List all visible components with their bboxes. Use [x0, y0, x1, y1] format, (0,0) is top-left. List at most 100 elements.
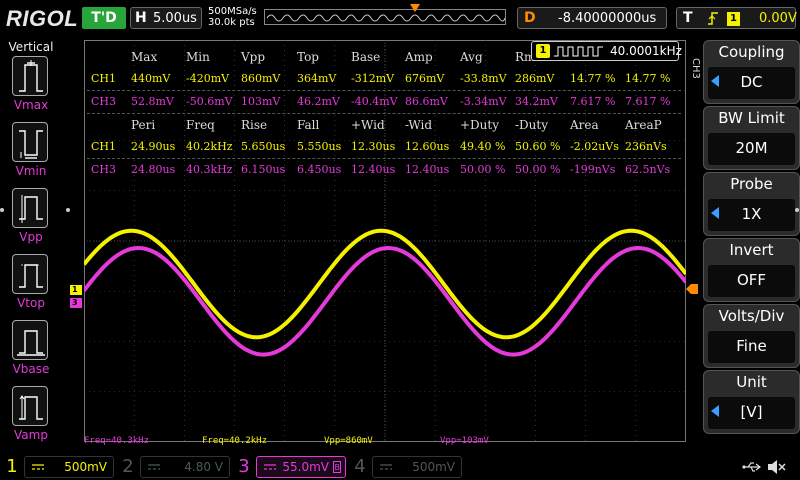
value-cell: -40.4mV [351, 95, 398, 108]
value-cell: 14.77 % [625, 72, 671, 85]
ch3-number: 3 [238, 456, 250, 477]
value-cell: 12.40us [405, 163, 450, 176]
unit-menu-item[interactable]: Unit [V] [703, 370, 800, 434]
value-cell: 364mV [297, 72, 337, 85]
value-cell: 62.5nVs [625, 163, 671, 176]
quick-measure-strip: Freq=40.3kHz Freq=40.2kHz Vpp=860mV Vpp=… [84, 436, 686, 450]
probe-menu-item[interactable]: Probe 1X [703, 172, 800, 236]
acquisition-info: 500MSa/s 30.0k pts [208, 6, 257, 28]
trigger-display[interactable]: T 1 0.00V [676, 7, 797, 29]
coupling-value: DC [740, 73, 763, 91]
trigger-position-icon [410, 4, 420, 12]
coupling-title: Coupling [718, 43, 785, 61]
bw-limit-value-box: 20M [708, 133, 795, 165]
vpp-label: Vpp [19, 230, 43, 244]
value-cell: 440mV [131, 72, 171, 85]
volts-div-title: Volts/Div [718, 307, 785, 325]
vpp-icon [12, 188, 48, 228]
coupling-menu-item[interactable]: Coupling DC [703, 40, 800, 104]
svg-text:B: B [335, 463, 341, 472]
volts-div-value-box: Fine [708, 331, 795, 363]
left-scroll-dot [0, 208, 4, 212]
vtop-label: Vtop [17, 296, 45, 310]
value-cell: 86.6mV [405, 95, 448, 108]
frequency-counter[interactable]: 1 40.0001kHz [531, 41, 682, 61]
vtop-icon [12, 254, 48, 294]
ch2-scale-box: 4.80 V [140, 456, 230, 478]
ch1-scale-box: 500mV [24, 456, 114, 478]
probe-title: Probe [730, 175, 773, 193]
value-cell: 49.40 % [460, 140, 506, 153]
measure-category-title: Vertical [8, 40, 54, 54]
top-status-bar: RIGOL T'D H 5.00us 500MSa/s 30.0k pts D … [0, 0, 800, 38]
table-separator [87, 90, 681, 91]
ch4-status-tab[interactable]: 4 500mV [350, 454, 464, 480]
ch2-number: 2 [122, 456, 134, 477]
rising-edge-icon [708, 12, 718, 25]
bw-limit-menu-item[interactable]: BW Limit 20M [703, 106, 800, 170]
unit-title: Unit [736, 373, 767, 391]
header-cell: AreaP [625, 118, 662, 132]
ch3-offset-marker[interactable]: 3 [70, 298, 82, 308]
value-cell: 24.90us [131, 140, 176, 153]
coupling-value-box: DC [708, 67, 795, 99]
probe-value-box: 1X [708, 199, 795, 231]
value-cell: 12.30us [351, 140, 396, 153]
sample-rate: 500MSa/s [208, 6, 257, 17]
value-cell: -3.34mV [460, 95, 507, 108]
table-separator [87, 113, 681, 114]
dc-coupling-icon [264, 464, 276, 470]
memory-wave-icon [266, 14, 505, 22]
header-cell: Max [131, 50, 158, 64]
ch1-freq-readout: Freq=40.2kHz [202, 436, 268, 446]
header-cell: Freq [186, 118, 215, 132]
trigger-level-marker[interactable] [686, 284, 698, 294]
counter-frequency-value: 40.0001kHz [610, 44, 682, 58]
vmin-button[interactable]: Vmin [0, 122, 62, 186]
value-cell: 50.00 % [460, 163, 506, 176]
value-cell: 12.60us [405, 140, 450, 153]
header-cell: -Duty [515, 118, 549, 132]
vbase-button[interactable]: Vbase [0, 320, 62, 384]
vpp-button[interactable]: Vpp [0, 188, 62, 252]
timebase-display[interactable]: H 5.00us [130, 7, 202, 29]
delay-label: D [524, 10, 536, 26]
value-cell: 34.2mV [515, 95, 558, 108]
value-cell: 40.2kHz [186, 140, 233, 153]
usb-icon [742, 462, 761, 472]
ch1-offset-marker[interactable]: 1 [70, 285, 82, 295]
unit-value: [V] [740, 403, 763, 421]
vmax-icon [12, 56, 48, 96]
ch3-status-tab[interactable]: 3 55.0mV B [234, 454, 348, 480]
run-status-badge[interactable]: T'D [82, 7, 126, 29]
vbase-label: Vbase [12, 362, 50, 376]
invert-title: Invert [729, 241, 774, 259]
value-cell: 7.617 % [625, 95, 671, 108]
ch1-status-tab[interactable]: 1 500mV [2, 454, 116, 480]
invert-menu-item[interactable]: Invert OFF [703, 238, 800, 302]
header-cell: Min [186, 50, 210, 64]
trigger-label: T [683, 10, 693, 26]
ch3-freq-readout: Freq=40.3kHz [84, 436, 150, 446]
memory-depth: 30.0k pts [208, 17, 255, 28]
header-cell: +Wid [351, 118, 385, 132]
row-label: CH3 [91, 95, 117, 108]
row-label: CH1 [91, 72, 117, 85]
measurement-header-row-2: Peri Freq Rise Fall +Wid -Wid +Duty -Dut… [87, 115, 681, 135]
volts-div-menu-item[interactable]: Volts/Div Fine [703, 304, 800, 368]
vmin-icon [12, 122, 48, 162]
ch1-scale: 500mV [64, 460, 107, 474]
vtop-button[interactable]: Vtop [0, 254, 62, 318]
header-cell: Peri [131, 118, 156, 132]
memory-waveform-bar[interactable] [264, 9, 506, 25]
delay-display[interactable]: D -8.40000000us [517, 7, 667, 29]
value-cell: -420mV [186, 72, 230, 85]
table-separator [87, 158, 681, 159]
speaker-muted-icon[interactable] [766, 458, 788, 476]
vamp-icon [12, 386, 48, 426]
vmax-button[interactable]: Vmax [0, 56, 62, 120]
vamp-button[interactable]: Vamp [0, 386, 62, 450]
ch2-status-tab[interactable]: 2 4.80 V [118, 454, 232, 480]
ch1-measurement-row-2: CH1 24.90us 40.2kHz 5.650us 5.550us 12.3… [87, 137, 681, 157]
knob-arrow-icon [711, 75, 719, 87]
